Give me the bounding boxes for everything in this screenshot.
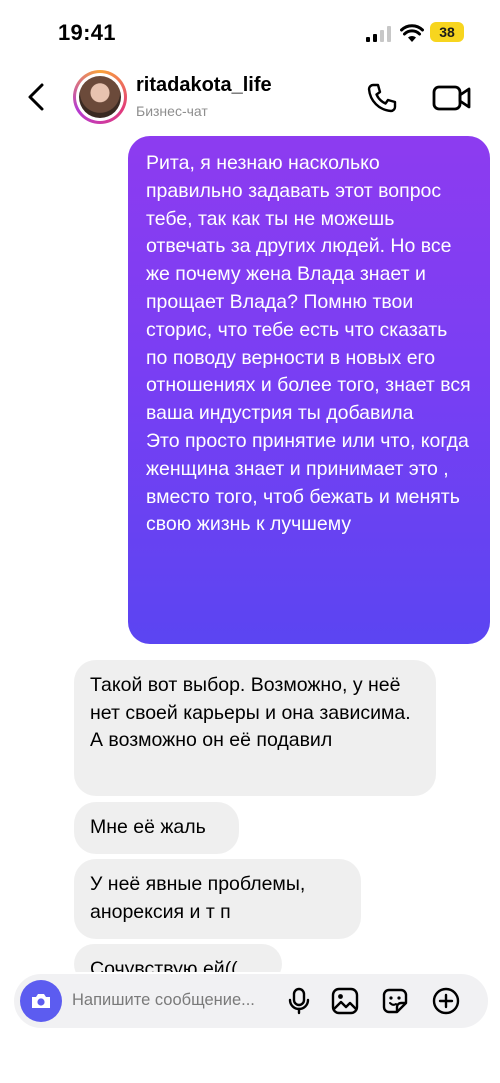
video-icon[interactable] [432,82,472,114]
wifi-icon [400,24,424,42]
chat-subtitle: Бизнес-чат [136,103,208,119]
outgoing-message-paragraph-2: Это просто принятие или что, когда женщи… [146,429,469,536]
status-time: 19:41 [58,20,116,45]
outgoing-message[interactable]: Рита, я незнаю насколько правильно задав… [128,136,490,644]
incoming-message[interactable]: У неё явные проблемы, анорексия и т п [74,859,361,939]
chat-header: ritadakota_life Бизнес-чат [0,62,500,132]
message-input[interactable]: Напишите сообщение... [72,991,255,1010]
camera-button[interactable] [20,980,62,1022]
status-bar: 19:41 38 [0,0,500,62]
plus-icon[interactable] [431,986,461,1016]
sticker-icon[interactable] [380,986,410,1016]
back-chevron-icon[interactable] [22,82,52,112]
incoming-message[interactable]: Мне её жаль [74,802,239,854]
camera-icon [32,994,50,1008]
signal-icon [366,26,391,42]
outgoing-message-paragraph-1: Рита, я незнаю насколько правильно задав… [146,152,471,425]
battery-indicator: 38 [430,22,464,42]
chat-username[interactable]: ritadakota_life [136,74,272,97]
phone-icon[interactable] [366,82,398,114]
avatar-photo [79,76,121,118]
message-composer[interactable]: Напишите сообщение... [14,974,488,1028]
microphone-icon[interactable] [284,986,314,1016]
avatar[interactable] [73,70,127,124]
gallery-icon[interactable] [330,986,360,1016]
incoming-message[interactable]: Такой вот выбор. Возможно, у неё нет сво… [74,660,436,796]
